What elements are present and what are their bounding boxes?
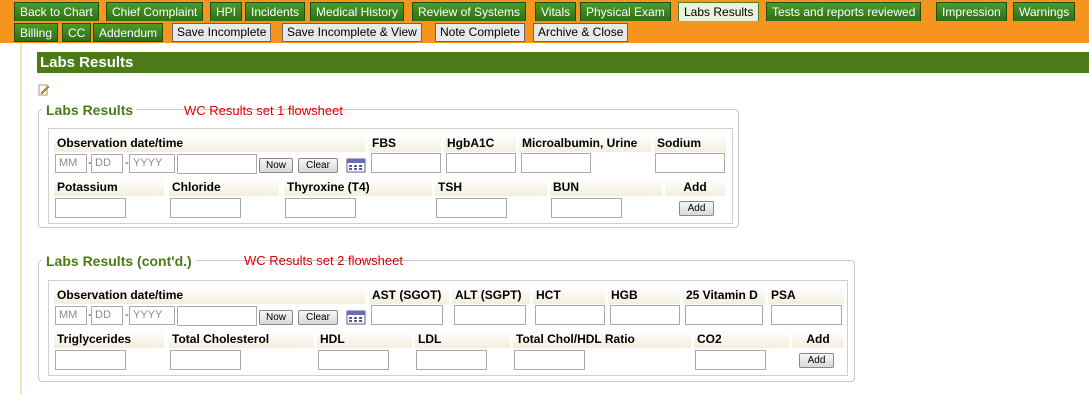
tab-billing[interactable]: Billing (14, 23, 59, 42)
label-vitamin-d: 25 Vitamin D (683, 286, 765, 304)
label-tsh: TSH (435, 178, 547, 196)
tab-impression[interactable]: Impression (936, 2, 1007, 21)
edit-icon[interactable] (38, 84, 50, 96)
day-input[interactable]: DD (91, 154, 123, 173)
label-hgb: HGB (608, 286, 680, 304)
tab-addendum[interactable]: Addendum (93, 23, 164, 42)
label-chol-hdl-ratio: Total Chol/HDL Ratio (513, 330, 691, 348)
tab-labs-results[interactable]: Labs Results (678, 2, 760, 21)
triglycerides-input[interactable] (55, 350, 126, 370)
tab-review-of-systems[interactable]: Review of Systems (412, 2, 527, 21)
label-microalbumin: Microalbumin, Urine (519, 134, 651, 152)
add-button[interactable]: Add (799, 353, 834, 368)
bun-input[interactable] (551, 198, 622, 218)
left-rule (20, 43, 22, 394)
potassium-input[interactable] (55, 198, 126, 218)
tab-hpi[interactable]: HPI (210, 2, 243, 21)
now-button[interactable]: Now (259, 310, 293, 325)
year-input[interactable]: YYYY (129, 154, 175, 173)
year-input[interactable]: YYYY (129, 306, 175, 325)
tab-tests-and-reports-reviewed[interactable]: Tests and reports reviewed (766, 2, 922, 21)
month-input[interactable]: MM (55, 154, 87, 173)
ast-input[interactable] (371, 305, 443, 325)
ldl-input[interactable] (416, 350, 487, 370)
label-chloride: Chloride (169, 178, 279, 196)
label-observation-date: Observation date/time (54, 286, 365, 304)
calendar-icon[interactable] (346, 157, 366, 173)
archive-close-button[interactable]: Archive & Close (533, 23, 629, 42)
tab-cc[interactable]: CC (62, 23, 92, 42)
tab-warnings[interactable]: Warnings (1013, 2, 1076, 21)
section-1-panel: Observation date/time FBS HgbA1C Microal… (48, 128, 733, 224)
month-input[interactable]: MM (55, 306, 87, 325)
total-cholesterol-input[interactable] (170, 350, 241, 370)
label-potassium: Potassium (54, 178, 164, 196)
day-input[interactable]: DD (91, 306, 123, 325)
time-input[interactable] (177, 154, 257, 174)
label-bun: BUN (550, 178, 662, 196)
hgb-input[interactable] (610, 305, 680, 325)
alt-input[interactable] (454, 305, 526, 325)
section-1-note: WC Results set 1 flowsheet (184, 103, 343, 118)
hct-input[interactable] (535, 305, 605, 325)
tab-bar: Back to Chart Chief Complaint HPI Incide… (0, 0, 1089, 22)
section-2-note: WC Results set 2 flowsheet (244, 253, 403, 268)
microalbumin-input[interactable] (521, 153, 591, 173)
label-hdl: HDL (317, 330, 412, 348)
label-psa: PSA (768, 286, 844, 304)
save-incomplete-button[interactable]: Save Incomplete (172, 23, 272, 42)
label-hct: HCT (533, 286, 605, 304)
tsh-input[interactable] (436, 198, 507, 218)
tab-incidents[interactable]: Incidents (245, 2, 306, 21)
label-sodium: Sodium (654, 134, 726, 152)
time-input[interactable] (177, 306, 257, 326)
section-2-title: Labs Results (cont'd.) (42, 253, 196, 269)
section-2-panel: Observation date/time AST (SGOT) ALT (SG… (48, 280, 848, 376)
sodium-input[interactable] (655, 153, 725, 173)
label-ast: AST (SGOT) (369, 286, 449, 304)
clear-button[interactable]: Clear (298, 158, 338, 173)
clear-button[interactable]: Clear (298, 310, 338, 325)
calendar-icon[interactable] (346, 309, 366, 325)
co2-input[interactable] (695, 350, 766, 370)
fbs-input[interactable] (371, 153, 441, 173)
now-button[interactable]: Now (259, 158, 293, 173)
thyroxine-input[interactable] (285, 198, 356, 218)
add-button[interactable]: Add (679, 201, 714, 216)
label-ldl: LDL (415, 330, 510, 348)
label-add: Add (665, 178, 725, 196)
label-total-cholesterol: Total Cholesterol (169, 330, 314, 348)
label-add: Add (792, 330, 844, 348)
save-incomplete-view-button[interactable]: Save Incomplete & View (282, 23, 422, 42)
tab-vitals[interactable]: Vitals (535, 2, 577, 21)
chol-hdl-ratio-input[interactable] (514, 350, 585, 370)
hgba1c-input[interactable] (446, 153, 516, 173)
label-fbs: FBS (369, 134, 441, 152)
hdl-input[interactable] (318, 350, 389, 370)
label-thyroxine: Thyroxine (T4) (284, 178, 432, 196)
label-triglycerides: Triglycerides (54, 330, 164, 348)
vitamin-d-input[interactable] (685, 305, 763, 325)
action-bar: Billing CC Addendum Save Incomplete Save… (0, 22, 1089, 43)
label-hgba1c: HgbA1C (444, 134, 516, 152)
label-observation-date: Observation date/time (54, 134, 365, 152)
label-co2: CO2 (694, 330, 789, 348)
chloride-input[interactable] (170, 198, 241, 218)
section-1-title: Labs Results (42, 102, 138, 118)
label-alt: ALT (SGPT) (452, 286, 530, 304)
tab-back-to-chart[interactable]: Back to Chart (14, 2, 99, 21)
psa-input[interactable] (771, 305, 842, 325)
tab-chief-complaint[interactable]: Chief Complaint (106, 2, 204, 21)
tab-medical-history[interactable]: Medical History (310, 2, 405, 21)
page-title: Labs Results (37, 52, 1089, 73)
tab-physical-exam[interactable]: Physical Exam (580, 2, 671, 21)
note-complete-button[interactable]: Note Complete (435, 23, 526, 42)
